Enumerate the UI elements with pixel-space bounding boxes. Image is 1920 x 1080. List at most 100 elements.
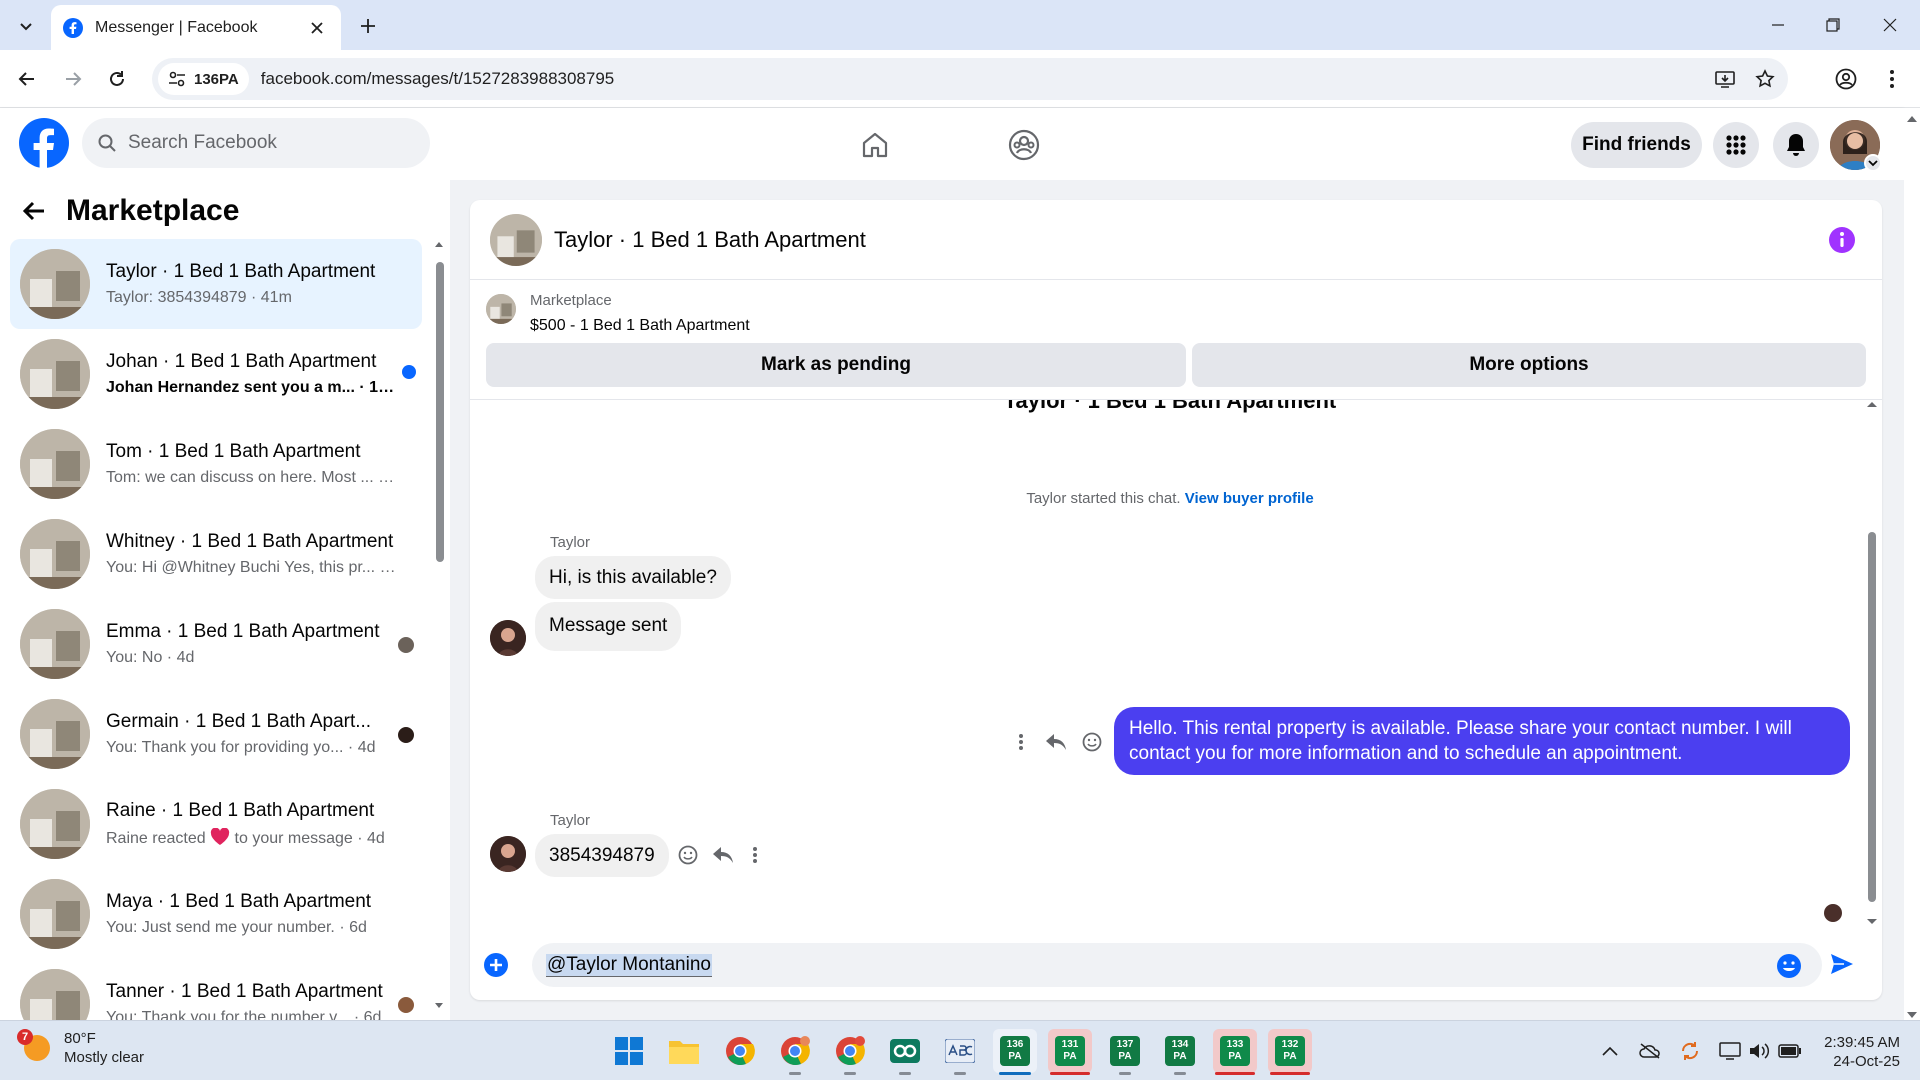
close-window-button[interactable] <box>1870 8 1910 42</box>
pa-app-132-button[interactable]: 132 PA <box>1268 1029 1312 1075</box>
start-button[interactable] <box>607 1029 651 1073</box>
listing-banner-thumbnail[interactable] <box>486 294 516 324</box>
reply-button[interactable] <box>708 840 738 870</box>
pa-app-icon: 136 PA <box>1000 1036 1030 1066</box>
system-message: Taylor started this chat. View buyer pro… <box>470 490 1870 507</box>
weather-widget[interactable]: 7 80°F Mostly clear <box>17 1029 144 1067</box>
address-bar[interactable]: 136PA facebook.com/messages/t/1527283988… <box>152 58 1788 100</box>
conversation-item[interactable]: Taylor · 1 Bed 1 Bath Apartment Taylor: 3… <box>10 239 422 329</box>
notifications-button[interactable] <box>1773 122 1819 168</box>
chrome-button[interactable] <box>718 1029 762 1073</box>
browser-profile-button[interactable] <box>1829 62 1863 96</box>
conversation-info-button[interactable] <box>1828 226 1856 254</box>
conversation-item[interactable]: Tom · 1 Bed 1 Bath Apartment Tom: we can … <box>10 419 422 509</box>
conversation-item[interactable]: Johan · 1 Bed 1 Bath Apartment Johan Hern… <box>10 329 422 419</box>
tab-close-button[interactable] <box>305 16 329 40</box>
sender-avatar[interactable] <box>490 620 526 656</box>
incoming-message[interactable]: 3854394879 <box>535 834 669 877</box>
conversation-item[interactable]: Whitney · 1 Bed 1 Bath Apartment You: Hi … <box>10 509 422 599</box>
app-abc-button[interactable] <box>938 1029 982 1075</box>
site-info-chip[interactable]: 136PA <box>158 63 249 95</box>
sender-avatar[interactable] <box>490 836 526 872</box>
bookmark-button[interactable] <box>1748 62 1782 96</box>
chrome-profile-button[interactable] <box>828 1029 872 1075</box>
install-app-button[interactable] <box>1708 62 1742 96</box>
conversation-item[interactable]: Maya · 1 Bed 1 Bath Apartment You: Just s… <box>10 869 422 959</box>
conversation-item[interactable]: Emma · 1 Bed 1 Bath Apartment You: No · 4… <box>10 599 422 689</box>
groups-nav-button[interactable] <box>1001 122 1047 168</box>
tab-search-button[interactable] <box>10 10 42 42</box>
chat-listing-avatar[interactable] <box>490 213 542 266</box>
pa-app-136-button[interactable]: 136 PA <box>993 1029 1037 1075</box>
chat-scrollbar[interactable] <box>1866 400 1878 926</box>
system-clock[interactable]: 2:39:45 AM 24-Oct-25 <box>1820 1033 1900 1071</box>
outgoing-message[interactable]: Hello. This rental property is available… <box>1114 707 1850 775</box>
battery-tray-icon[interactable] <box>1778 1039 1802 1063</box>
new-tab-button[interactable] <box>352 10 384 42</box>
sidebar-scroll-thumb[interactable] <box>436 262 444 562</box>
reload-icon <box>110 71 124 86</box>
search-input[interactable] <box>128 132 398 154</box>
find-friends-button[interactable]: Find friends <box>1571 122 1702 168</box>
facebook-search-box[interactable] <box>82 118 430 168</box>
onedrive-tray-icon[interactable] <box>1638 1039 1662 1063</box>
url-text[interactable]: facebook.com/messages/t/1527283988308795 <box>261 69 1708 89</box>
volume-tray-icon[interactable] <box>1748 1039 1772 1063</box>
sync-tray-icon[interactable] <box>1678 1039 1702 1063</box>
browser-menu-button[interactable] <box>1875 62 1909 96</box>
message-more-button[interactable] <box>1006 727 1036 757</box>
show-hidden-icons-button[interactable] <box>1598 1039 1622 1063</box>
plus-circle-icon <box>484 953 508 977</box>
menu-grid-button[interactable] <box>1713 122 1759 168</box>
chat-scroll-thumb[interactable] <box>1868 532 1876 902</box>
pa-app-133-button[interactable]: 133 PA <box>1213 1029 1257 1075</box>
incoming-message[interactable]: Hi, is this available? <box>535 556 731 599</box>
reply-button[interactable] <box>1041 727 1071 757</box>
pa-app-134-button[interactable]: 134 PA <box>1158 1029 1202 1075</box>
file-explorer-button[interactable] <box>662 1029 706 1073</box>
conversation-name: Emma · 1 Bed 1 Bath Apartment <box>106 621 380 642</box>
facebook-logo[interactable] <box>19 118 69 168</box>
back-button[interactable] <box>10 62 44 96</box>
listing-thumbnail <box>20 429 90 499</box>
go-app-icon <box>890 1039 920 1063</box>
view-buyer-profile-link[interactable]: View buyer profile <box>1185 490 1314 507</box>
windows-icon <box>615 1037 643 1065</box>
pa-app-131-button[interactable]: 131 PA <box>1048 1029 1092 1075</box>
account-menu-chevron[interactable] <box>1864 154 1882 172</box>
app-go-button[interactable] <box>883 1029 927 1075</box>
app-running-indicator <box>1119 1072 1131 1075</box>
sidebar-scrollbar[interactable] <box>434 240 444 1010</box>
page-scrollbar[interactable] <box>1904 108 1920 1020</box>
chat-title[interactable]: Taylor · 1 Bed 1 Bath Apartment <box>554 227 866 253</box>
add-attachment-button[interactable] <box>484 953 508 977</box>
conversation-item[interactable]: Germain · 1 Bed 1 Bath Apart... You: Than… <box>10 689 422 779</box>
send-button[interactable] <box>1830 953 1854 975</box>
network-tray-icon[interactable] <box>1718 1039 1742 1063</box>
listing-title[interactable]: $500 - 1 Bed 1 Bath Apartment <box>530 317 750 335</box>
more-options-button[interactable]: More options <box>1192 343 1866 387</box>
message-more-button[interactable] <box>740 840 770 870</box>
home-nav-button[interactable] <box>852 122 898 168</box>
app-active-indicator <box>999 1072 1031 1075</box>
reload-button[interactable] <box>100 62 134 96</box>
conversation-item[interactable]: Raine · 1 Bed 1 Bath Apartment Raine reac… <box>10 779 422 869</box>
back-arrow-icon[interactable] <box>22 200 46 222</box>
conversation-item[interactable]: Tanner · 1 Bed 1 Bath Apartment You: Than… <box>10 959 422 1020</box>
react-button[interactable] <box>1077 727 1107 757</box>
incoming-message[interactable]: Message sent <box>535 602 682 651</box>
mark-as-pending-button[interactable]: Mark as pending <box>486 343 1186 387</box>
browser-tab-messenger[interactable]: Messenger | Facebook <box>51 5 341 50</box>
chrome-profile-button[interactable] <box>773 1029 817 1075</box>
forward-button[interactable] <box>56 62 90 96</box>
conversation-preview: You: Just send me your number. · 6d <box>106 919 367 936</box>
minimize-button[interactable] <box>1758 8 1798 42</box>
pa-app-137-button[interactable]: 137 PA <box>1103 1029 1147 1075</box>
restore-button[interactable] <box>1813 8 1853 42</box>
conversation-name: Tanner · 1 Bed 1 Bath Apartment <box>106 981 383 1002</box>
app-alert-indicator <box>1215 1072 1255 1075</box>
message-input[interactable]: @Taylor Montanino <box>532 943 1822 987</box>
monitor-icon <box>1719 1042 1741 1060</box>
emoji-button[interactable] <box>1776 953 1802 979</box>
react-button[interactable] <box>673 840 703 870</box>
